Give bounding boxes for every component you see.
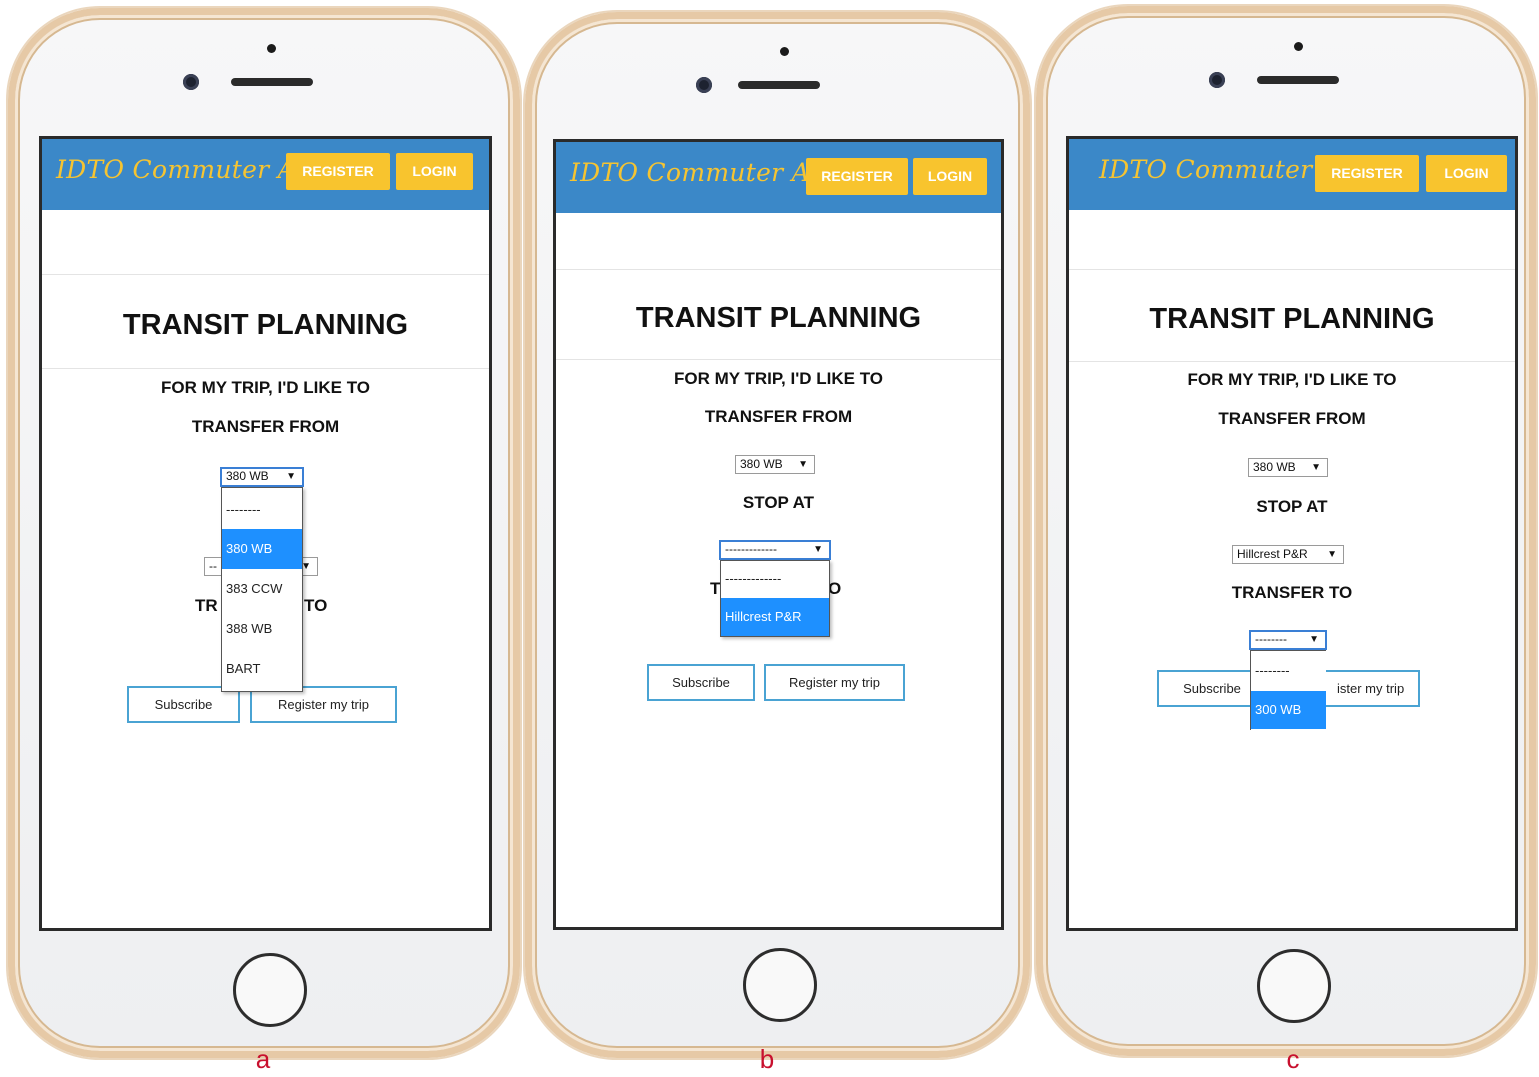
screen-b: IDTO Commuter App REGISTER LOGIN TRANSIT… xyxy=(553,139,1004,930)
subscribe-button[interactable]: Subscribe xyxy=(647,664,755,701)
app-header: IDTO Commuter App REGISTER LOGIN xyxy=(1069,139,1515,210)
brand-title: IDTO Commuter App xyxy=(570,158,843,187)
dropdown-option-selected[interactable]: Hillcrest P&R xyxy=(721,598,829,636)
chevron-down-icon: ▼ xyxy=(1309,634,1319,645)
transfer-from-label: TRANSFER FROM xyxy=(191,417,340,436)
home-button[interactable] xyxy=(743,948,817,1022)
register-button[interactable]: REGISTER xyxy=(806,158,908,195)
register-trip-label-partial: ister my trip xyxy=(1337,681,1405,696)
page-title: TRANSIT PLANNING xyxy=(635,302,922,334)
chevron-down-icon: ▼ xyxy=(813,544,823,555)
dropdown-option[interactable]: BART xyxy=(222,649,302,689)
transfer-from-select[interactable]: 380 WB ▼ xyxy=(1248,458,1328,477)
front-camera xyxy=(696,77,712,93)
front-camera xyxy=(1209,72,1225,88)
divider xyxy=(556,359,1001,360)
trip-subtitle: FOR MY TRIP, I'D LIKE TO xyxy=(673,369,883,388)
login-button[interactable]: LOGIN xyxy=(396,153,473,190)
earpiece-speaker xyxy=(738,81,820,89)
divider xyxy=(1069,269,1515,270)
transfer-to-select[interactable]: -------- ▼ xyxy=(1249,630,1327,650)
proximity-sensor xyxy=(1294,42,1303,51)
login-button[interactable]: LOGIN xyxy=(913,158,987,195)
select-value: 380 WB xyxy=(1253,460,1296,474)
stop-at-label: STOP AT xyxy=(1256,497,1328,516)
panel-caption-b: b xyxy=(759,1044,775,1074)
screen-a: IDTO Commuter App REGISTER LOGIN TRANSIT… xyxy=(39,136,492,931)
stop-at-select[interactable]: Hillcrest P&R ▼ xyxy=(1232,545,1344,564)
dropdown-option[interactable]: 388 WB xyxy=(222,609,302,649)
earpiece-speaker xyxy=(1257,76,1339,84)
page-title: TRANSIT PLANNING xyxy=(1149,303,1435,335)
page-title: TRANSIT PLANNING xyxy=(122,309,409,341)
home-button[interactable] xyxy=(233,953,307,1027)
divider xyxy=(42,368,489,369)
screen-c: IDTO Commuter App REGISTER LOGIN TRANSIT… xyxy=(1066,136,1518,931)
select-value: Hillcrest P&R xyxy=(1237,547,1308,561)
dropdown-option-selected[interactable]: 380 WB xyxy=(222,529,302,569)
register-trip-button[interactable]: Register my trip xyxy=(764,664,905,701)
app-header: IDTO Commuter App REGISTER LOGIN xyxy=(42,139,489,210)
transfer-to-label-partial-left: TR xyxy=(195,596,218,615)
stop-at-label: STOP AT xyxy=(742,493,815,512)
chevron-down-icon: ▼ xyxy=(1327,549,1337,560)
transfer-to-label: TRANSFER TO xyxy=(1231,583,1353,602)
transfer-from-dropdown: -------- 380 WB 383 CCW 388 WB BART xyxy=(221,487,303,692)
transfer-from-label: TRANSFER FROM xyxy=(704,407,853,426)
register-button[interactable]: REGISTER xyxy=(1315,155,1419,192)
app-header: IDTO Commuter App REGISTER LOGIN xyxy=(556,142,1001,213)
select-value: ------------- xyxy=(725,542,777,556)
trip-subtitle: FOR MY TRIP, I'D LIKE TO xyxy=(160,378,370,397)
proximity-sensor xyxy=(267,44,276,53)
stop-at-select[interactable]: ------------- ▼ xyxy=(719,540,831,560)
chevron-down-icon: ▼ xyxy=(798,459,808,470)
dropdown-option[interactable]: -------- xyxy=(1251,659,1326,683)
transfer-from-select[interactable]: 380 WB ▼ xyxy=(220,467,304,487)
transfer-to-label-partial-right: TO xyxy=(304,596,328,615)
chevron-down-icon: ▼ xyxy=(286,471,296,482)
dropdown-option[interactable]: 383 CCW xyxy=(222,569,302,609)
transfer-to-label-partial-left: T xyxy=(710,579,721,598)
login-button[interactable]: LOGIN xyxy=(1426,155,1507,192)
chevron-down-icon: ▼ xyxy=(1311,462,1321,473)
divider xyxy=(1069,361,1515,362)
stop-at-dropdown: ------------- Hillcrest P&R xyxy=(720,560,830,637)
earpiece-speaker xyxy=(231,78,313,86)
register-button[interactable]: REGISTER xyxy=(286,153,390,190)
select-value: 380 WB xyxy=(740,457,783,471)
transfer-from-select[interactable]: 380 WB ▼ xyxy=(735,455,815,474)
divider xyxy=(556,269,1001,270)
transfer-to-dropdown: -------- 300 WB xyxy=(1250,650,1326,730)
dropdown-option-selected[interactable]: 300 WB xyxy=(1251,691,1326,729)
panel-caption-c: c xyxy=(1286,1044,1300,1074)
select-value: -------- xyxy=(1255,632,1287,646)
trip-subtitle: FOR MY TRIP, I'D LIKE TO xyxy=(1187,370,1397,389)
dropdown-option[interactable]: ------------- xyxy=(721,567,829,591)
select-value: 380 WB xyxy=(226,469,269,483)
proximity-sensor xyxy=(780,47,789,56)
select-value: -- xyxy=(209,559,217,573)
transfer-from-label: TRANSFER FROM xyxy=(1218,409,1366,428)
dropdown-option[interactable]: -------- xyxy=(222,498,302,522)
front-camera xyxy=(183,74,199,90)
panel-caption-a: a xyxy=(255,1044,271,1074)
home-button[interactable] xyxy=(1257,949,1331,1023)
divider xyxy=(42,274,489,275)
